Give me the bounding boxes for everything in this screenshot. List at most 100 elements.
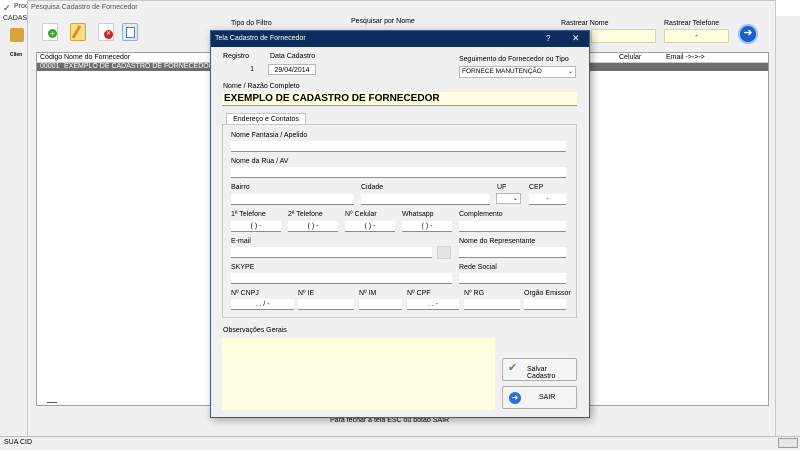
cnpj-field[interactable]: . . / - [231,299,294,310]
obs-label: Observações Gerais [223,327,287,334]
rua-field[interactable] [231,167,566,178]
rede-social-label: Rede Social [459,264,497,271]
razao-field[interactable]: EXEMPLO DE CADASTRO DE FORNECEDOR [222,92,577,106]
im-field[interactable] [359,299,402,310]
delete-button[interactable]: ✕ [98,23,114,41]
uf-label: UF [497,184,507,191]
track-phone-input[interactable]: - [664,29,729,43]
cpf-field[interactable]: . . - [407,299,459,310]
bairro-label: Bairro [231,184,250,191]
sidebar-clients-label: Clien [10,52,23,58]
tel2-field[interactable]: ( ) - [288,221,338,232]
ie-field[interactable] [298,299,354,310]
registro-label: Registro [223,53,250,60]
dialog-help-icon[interactable]: ? [546,34,550,43]
search-window-title: Pesquisa Cadastro de Fornecedor [31,4,138,11]
dialog-title: Tela Cadastro de Fornecedor [215,35,306,42]
search-by-name-label: Pesquisar por Nome [351,18,415,25]
exit-button[interactable]: ➜ SAIR [502,386,577,409]
tel1-label: 1ª Telefone [231,211,266,218]
seguimento-value: FORNECE MANUTENÇÃO [462,68,542,75]
new-button[interactable]: + [42,23,58,41]
search-go-button[interactable]: ➜ [738,24,758,44]
column-header-mobile[interactable]: Celular [619,54,641,61]
skype-label: SKYPE [231,264,255,271]
email-send-button[interactable] [437,246,451,259]
column-header-name[interactable]: Nome do Fornecedor [64,54,130,61]
app-logo-icon: ✓ [3,3,11,13]
complemento-label: Complemento [459,211,503,218]
clients-icon [10,28,24,42]
data-cadastro-field[interactable]: 29/04/2014 [268,64,316,75]
supplier-dialog: Tela Cadastro de Fornecedor ? ✕ Registro… [210,30,590,418]
registro-value: 1 [223,64,257,75]
tel2-label: 2ª Telefone [288,211,323,218]
save-button[interactable]: ✔ Salvar Cadastro [502,358,577,381]
orgao-field[interactable] [524,299,566,310]
celular-label: Nº Celular [345,211,377,218]
fantasia-field[interactable] [231,141,566,152]
track-name-input[interactable] [591,29,656,43]
rede-social-field[interactable] [459,273,566,284]
celular-field[interactable]: ( ) - [345,221,395,232]
orgao-label: Orgão Emissor [524,290,571,297]
dialog-close-icon[interactable]: ✕ [572,33,580,44]
track-phone-label: Rastrear Telefone [664,20,720,27]
email-field[interactable] [231,247,432,258]
im-label: Nº IM [359,290,377,297]
status-city: SUA CID [4,439,33,446]
fantasia-label: Nome Fantasia / Apelido [231,132,308,139]
plus-icon: + [48,29,57,38]
delete-icon: ✕ [104,30,113,39]
cidade-field[interactable] [361,194,490,205]
exit-button-label: SAIR [539,394,556,401]
row-code: 00001 [40,63,60,70]
pencil-icon [71,25,82,39]
edit-button[interactable] [70,23,86,41]
track-name-label: Rastrear Nome [561,20,609,27]
obs-textarea[interactable] [222,338,495,410]
chevron-down-icon: ⌄ [567,69,573,75]
checkmark-icon: ✔ [508,362,518,374]
arrow-right-icon: ➜ [743,27,753,39]
representante-field[interactable] [459,247,566,258]
skype-field[interactable] [231,273,452,284]
email-label: E-mail [231,238,251,245]
report-button[interactable] [122,23,138,41]
razao-label: Nome / Razão Completo [223,83,300,90]
uf-chevron-icon: ⌄ [512,196,518,202]
column-header-email[interactable]: Email ->->-> [666,54,705,61]
bairro-field[interactable] [231,194,354,205]
data-cadastro-label: Data Cadastro [270,53,316,60]
seguimento-select[interactable]: FORNECE MANUTENÇÃO ⌄ [459,66,576,78]
exit-arrow-icon: ➜ [509,392,521,404]
report-icon [126,27,135,38]
save-button-label: Salvar Cadastro [527,366,556,380]
ie-label: Nº IE [298,290,315,297]
status-bar: SUA CID [0,436,800,450]
whatsapp-label: Whatsapp [402,211,434,218]
filter-type-label: Tipo do Filtro [231,20,272,27]
rua-label: Nome da Rua / AV [231,158,289,165]
row-name: EXEMPLO DE CADASTRO DE FORNECEDOR [64,63,214,70]
close-hint: Para fechar a tela ESC ou botão SAIR [330,417,450,424]
cpf-label: Nº CPF [407,290,431,297]
cep-label: CEP [529,184,544,191]
column-header-code[interactable]: Código [40,54,62,61]
rg-label: Nº RG [464,290,485,297]
uf-select[interactable]: ⌄ [496,193,521,204]
seguimento-label: Seguimento do Fornecedor ou Tipo [459,56,569,63]
cep-field[interactable]: - [529,194,566,205]
cidade-label: Cidade [361,184,384,191]
rg-field[interactable] [464,299,520,310]
tel1-field[interactable]: ( ) - [231,221,281,232]
whatsapp-field[interactable]: ( ) - [402,221,452,232]
dialog-title-bar: Tela Cadastro de Fornecedor ? ✕ [211,31,589,47]
app-menu[interactable]: CADAS [3,15,27,22]
representante-label: Nome do Representante [459,238,536,245]
resize-grip[interactable] [778,438,798,448]
grid-footer-marker [47,402,57,403]
cnpj-label: Nº CNPJ [231,290,259,297]
complemento-field[interactable] [459,221,566,232]
sidebar-clients[interactable]: Clien [2,28,28,60]
